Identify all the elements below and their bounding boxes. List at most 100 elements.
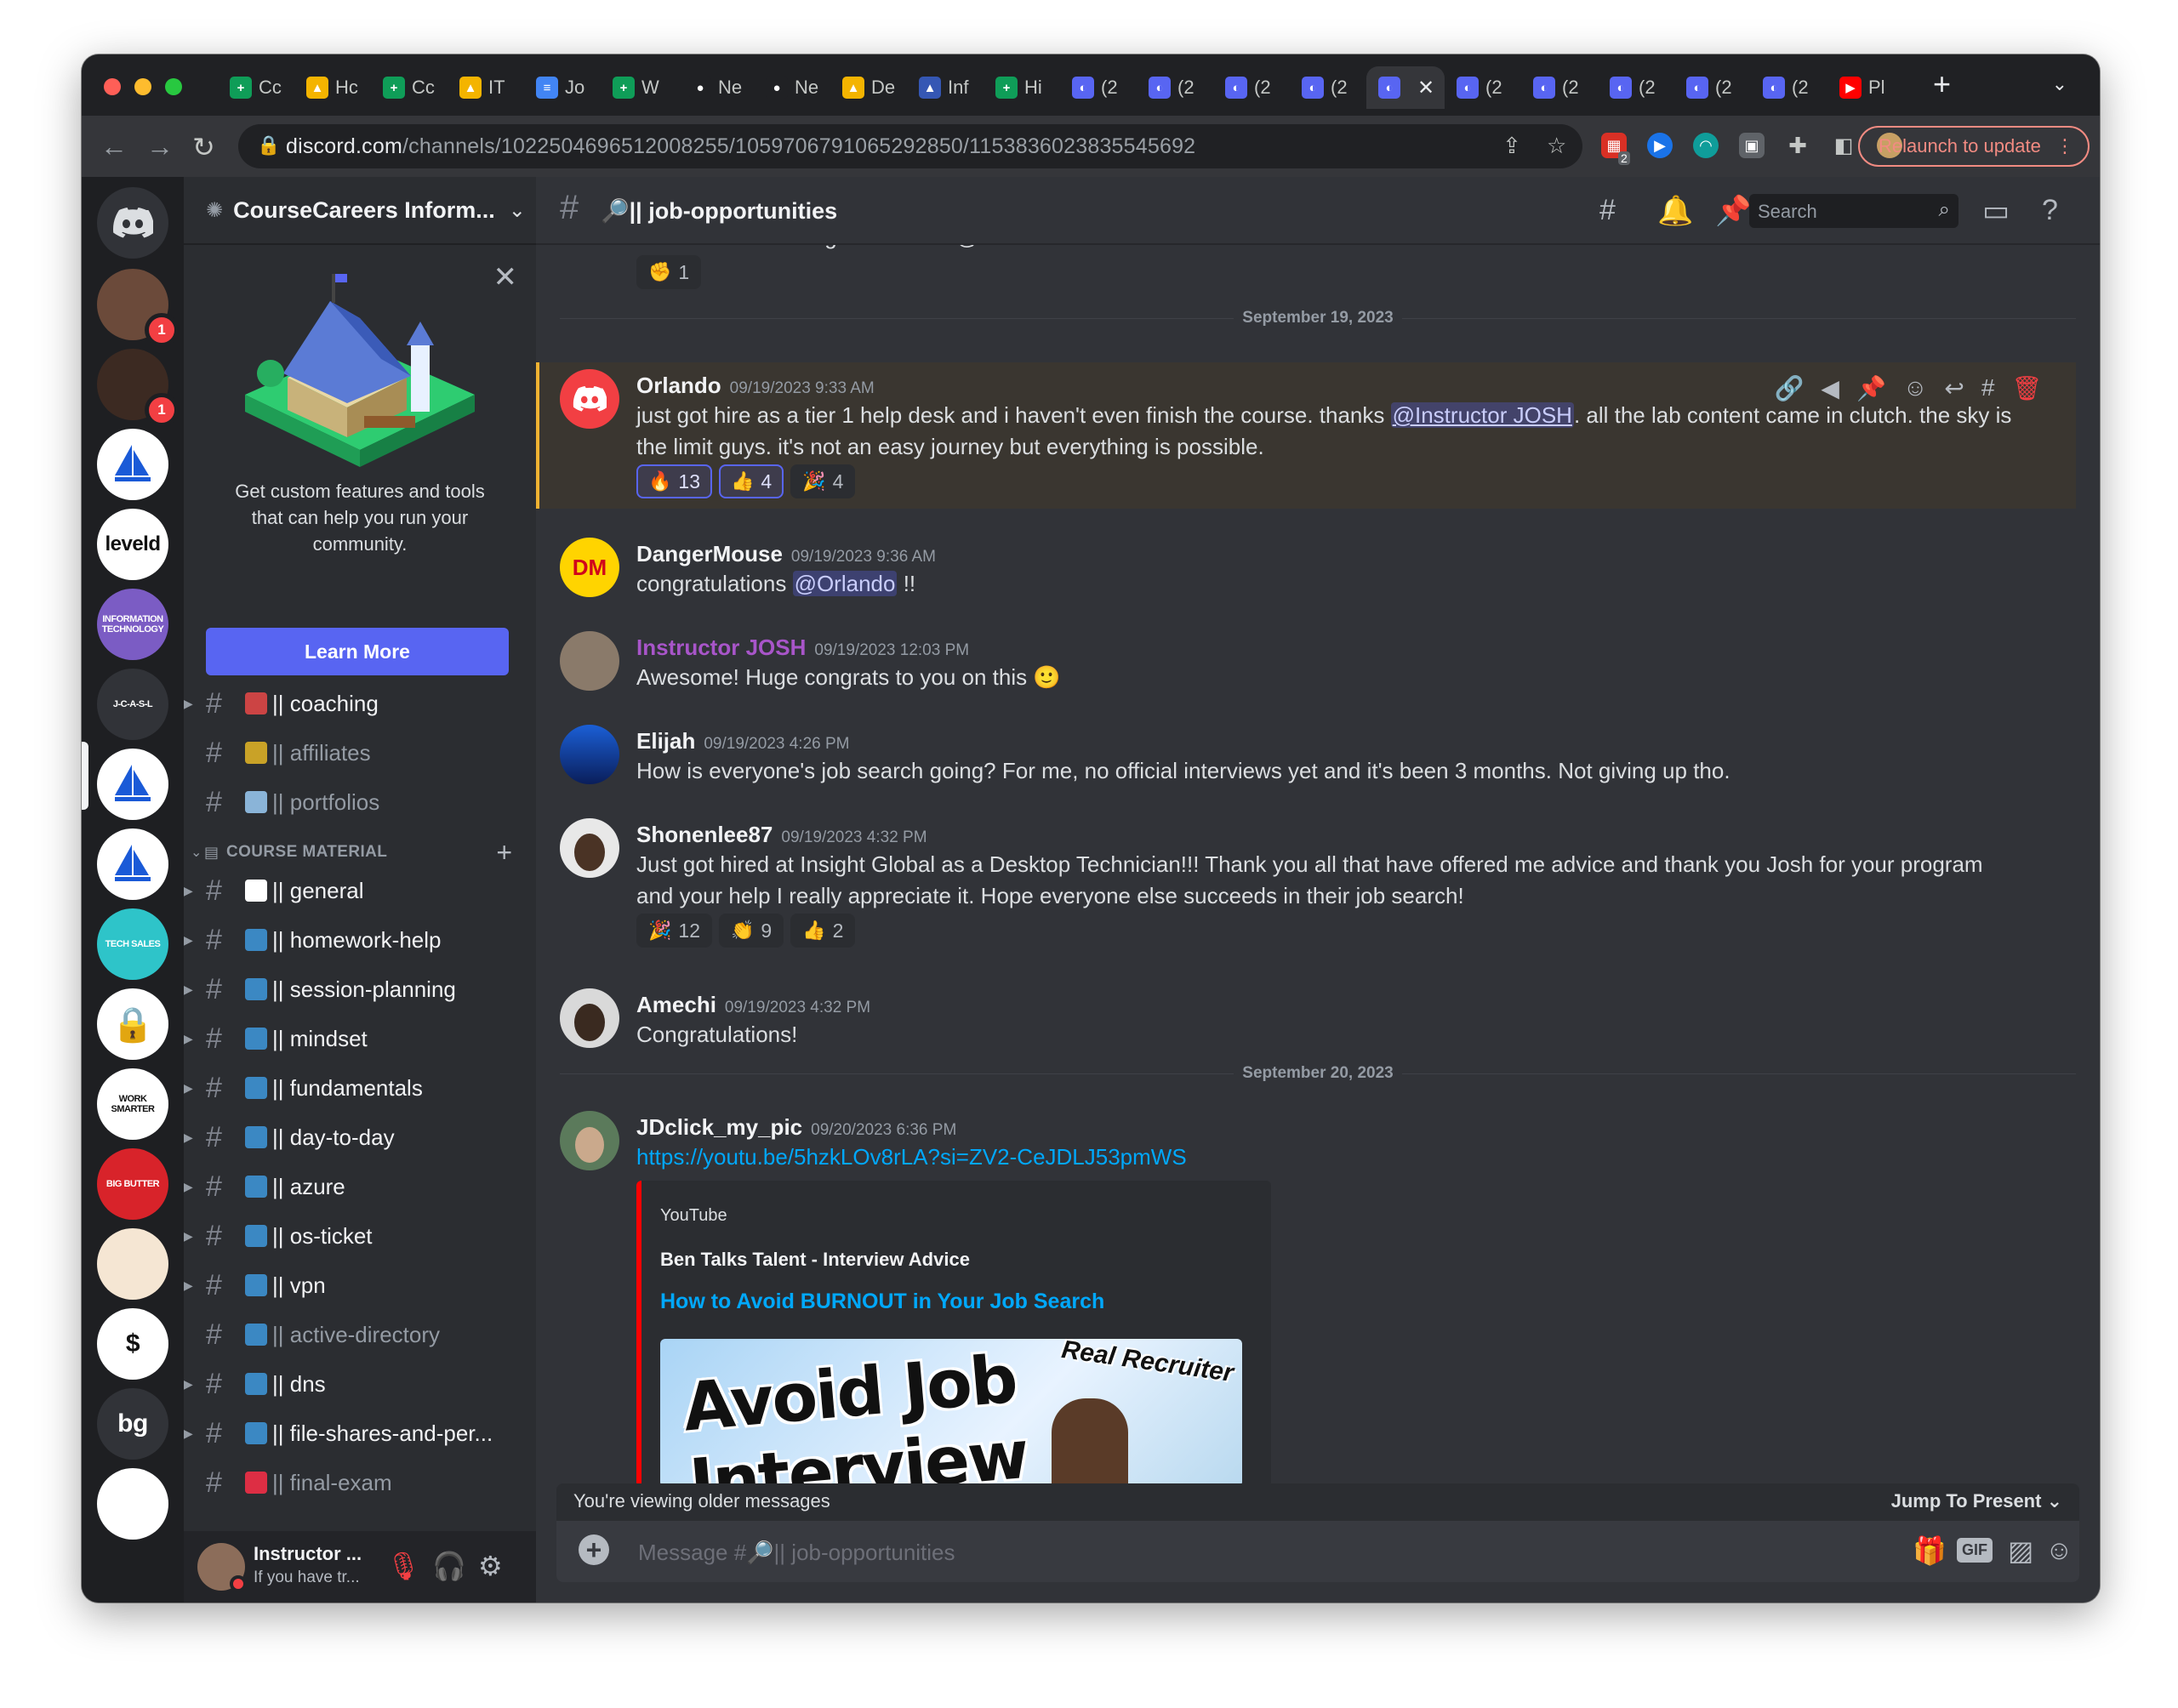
channel-item[interactable]: ▶ # || vpn <box>184 1262 536 1308</box>
extension-arc-icon[interactable]: ◠ <box>1693 133 1719 158</box>
tab-search-chevron-icon[interactable]: ⌄ <box>2052 73 2067 95</box>
avatar[interactable] <box>560 369 619 429</box>
side-panel-icon[interactable]: ◧ <box>1831 133 1856 158</box>
emoji-picker-icon[interactable]: ☺ <box>2045 1534 2073 1566</box>
reaction-pill[interactable]: 🎉 4 <box>790 464 856 498</box>
message-elijah[interactable]: Elijah 09/19/2023 4:26 PM How is everyone… <box>536 718 2076 794</box>
browser-tab[interactable]: ◐ (2 <box>1137 66 1213 109</box>
browser-tab[interactable]: + Cc <box>218 66 294 109</box>
channel-item[interactable]: ▶ # || coaching <box>184 680 536 726</box>
message-jdclick[interactable]: JDclick_my_pic 09/20/2023 6:36 PM https:/… <box>536 1104 2076 1483</box>
sticker-icon[interactable]: ▨ <box>2008 1534 2033 1567</box>
back-arrow-icon[interactable]: ← <box>100 131 128 162</box>
browser-tab[interactable]: + W <box>601 66 677 109</box>
browser-tab[interactable]: ◐ (2 <box>1445 66 1521 109</box>
thread-caret-icon[interactable]: ▶ <box>184 1278 193 1293</box>
server-icon-big-butter[interactable]: BIG BUTTER <box>97 1148 168 1220</box>
copy-link-icon[interactable]: 🔗 <box>1775 374 1805 402</box>
author-name[interactable]: Shonenlee87 <box>636 822 773 847</box>
browser-tab[interactable]: ◐ (2 <box>1213 66 1290 109</box>
channel-item[interactable]: ▶ # || azure <box>184 1164 536 1210</box>
thread-caret-icon[interactable]: ▶ <box>184 1229 193 1244</box>
add-reaction-icon[interactable]: ☺ <box>1903 374 1928 401</box>
pin-icon[interactable]: 📌 <box>1856 374 1886 402</box>
channel-item[interactable]: ▶ # || session-planning <box>184 966 536 1012</box>
thread-caret-icon[interactable]: ▶ <box>184 1032 193 1046</box>
author-name[interactable]: Instructor JOSH <box>636 635 806 660</box>
kebab-menu-icon[interactable]: ⋮ <box>2055 135 2074 157</box>
server-icon-sail-1[interactable] <box>97 749 168 820</box>
embed-provider[interactable]: YouTube <box>660 1206 727 1226</box>
channel-item[interactable]: # || affiliates <box>184 730 536 776</box>
inbox-icon[interactable]: ▭ <box>1982 194 2010 228</box>
browser-tab[interactable]: ◐ (2 <box>1290 66 1366 109</box>
zoom-window-button[interactable] <box>165 78 182 95</box>
avatar[interactable] <box>560 1111 619 1170</box>
server-icon-lock[interactable]: 🔒 <box>97 988 168 1060</box>
learn-more-button[interactable]: Learn More <box>206 628 509 675</box>
delete-icon[interactable]: 🗑 <box>2011 374 2042 402</box>
avatar[interactable] <box>560 631 619 691</box>
thread-caret-icon[interactable]: ▶ <box>184 1426 193 1441</box>
channel-item[interactable]: ▶ # || mindset <box>184 1016 536 1062</box>
guild-header[interactable]: ✺ CourseCareers Inform... ⌄ <box>184 177 536 245</box>
channel-item[interactable]: # || final-exam <box>184 1460 536 1506</box>
server-icon-work-smarter[interactable]: WORK SMARTER <box>97 1068 168 1140</box>
message-orlando[interactable]: Orlando 09/19/2023 9:33 AM just got hire … <box>536 362 2076 509</box>
close-window-button[interactable] <box>104 78 121 95</box>
message-instructor-josh[interactable]: Instructor JOSH 09/19/2023 12:03 PM Aweso… <box>536 624 2076 701</box>
channel-item[interactable]: # || portfolios <box>184 779 536 825</box>
settings-gear-icon[interactable]: ⚙ <box>478 1550 503 1582</box>
browser-tab[interactable]: ▲ Hc <box>294 66 371 109</box>
thread-caret-icon[interactable]: ▶ <box>184 982 193 997</box>
server-icon-tech-sales[interactable]: TECH SALES <box>97 908 168 980</box>
threads-icon[interactable]: # <box>1599 194 1616 227</box>
channel-item[interactable]: ▶ # || dns <box>184 1361 536 1407</box>
mark-unread-icon[interactable]: ◀ <box>1821 374 1839 402</box>
user-name[interactable]: Instructor ... <box>254 1543 362 1565</box>
category-course-material[interactable]: ⌄ ▤ COURSE MATERIAL + <box>184 835 536 869</box>
extension-play-icon[interactable]: ▶ <box>1647 133 1673 158</box>
server-icon-anime[interactable] <box>97 1228 168 1300</box>
pinned-messages-icon[interactable]: 📌 <box>1715 194 1751 228</box>
avatar[interactable] <box>560 988 619 1048</box>
headphones-icon[interactable]: 🎧 <box>432 1550 466 1582</box>
channel-item[interactable]: ▶ # || homework-help <box>184 917 536 963</box>
thread-caret-icon[interactable]: ▶ <box>184 1180 193 1194</box>
thread-caret-icon[interactable]: ▶ <box>184 933 193 948</box>
author-name[interactable]: JDclick_my_pic <box>636 1114 802 1140</box>
new-tab-button[interactable]: + <box>1933 66 1951 102</box>
reaction-pill[interactable]: 🎉 12 <box>636 914 712 948</box>
thread-caret-icon[interactable]: ▶ <box>184 884 193 898</box>
author-name[interactable]: Amechi <box>636 992 716 1017</box>
browser-tab[interactable]: ◐ (2 <box>1598 66 1674 109</box>
bookmark-star-icon[interactable]: ☆ <box>1547 133 1566 159</box>
browser-tab[interactable]: ▶ Pl <box>1827 66 1904 109</box>
browser-tab[interactable]: ▲ Inf <box>907 66 984 109</box>
browser-tab[interactable]: ▲ IT <box>448 66 524 109</box>
server-icon-leveld[interactable]: leveld <box>97 509 168 580</box>
reaction-pill[interactable]: 👏 9 <box>719 914 784 948</box>
author-name[interactable]: Orlando <box>636 373 721 398</box>
create-channel-plus-icon[interactable]: + <box>496 837 512 868</box>
tab-close-icon[interactable]: ✕ <box>1417 76 1434 100</box>
browser-tab[interactable]: ▲ De <box>830 66 907 109</box>
gift-icon[interactable]: 🎁 <box>1913 1534 1947 1567</box>
avatar[interactable] <box>560 725 619 784</box>
home-discord-icon[interactable] <box>97 187 168 259</box>
channel-item[interactable]: ▶ # || day-to-day <box>184 1114 536 1160</box>
youtube-link[interactable]: https://youtu.be/5hzkLOv8rLA?si=ZV2-CeJD… <box>636 1142 1187 1173</box>
message-shonenlee87[interactable]: Shonenlee87 09/19/2023 4:32 PM Just got h… <box>536 811 2076 956</box>
browser-tab[interactable]: ◐ ✕ <box>1366 66 1445 109</box>
browser-tab[interactable]: ◐ (2 <box>1751 66 1827 109</box>
search-input[interactable]: Search ⌕ <box>1749 194 1958 228</box>
browser-tab[interactable]: ◐ (2 <box>1521 66 1598 109</box>
server-icon-money[interactable]: $ <box>97 1308 168 1380</box>
avatar[interactable]: DM <box>560 538 619 597</box>
channel-item[interactable]: ▶ # || general <box>184 868 536 914</box>
mention[interactable]: @Orlando <box>792 571 898 596</box>
author-name[interactable]: DangerMouse <box>636 541 783 566</box>
embed-title[interactable]: How to Avoid BURNOUT in Your Job Search <box>660 1290 1104 1314</box>
channel-item[interactable]: ▶ # || os-ticket <box>184 1213 536 1259</box>
browser-tab[interactable]: + Hi <box>984 66 1060 109</box>
